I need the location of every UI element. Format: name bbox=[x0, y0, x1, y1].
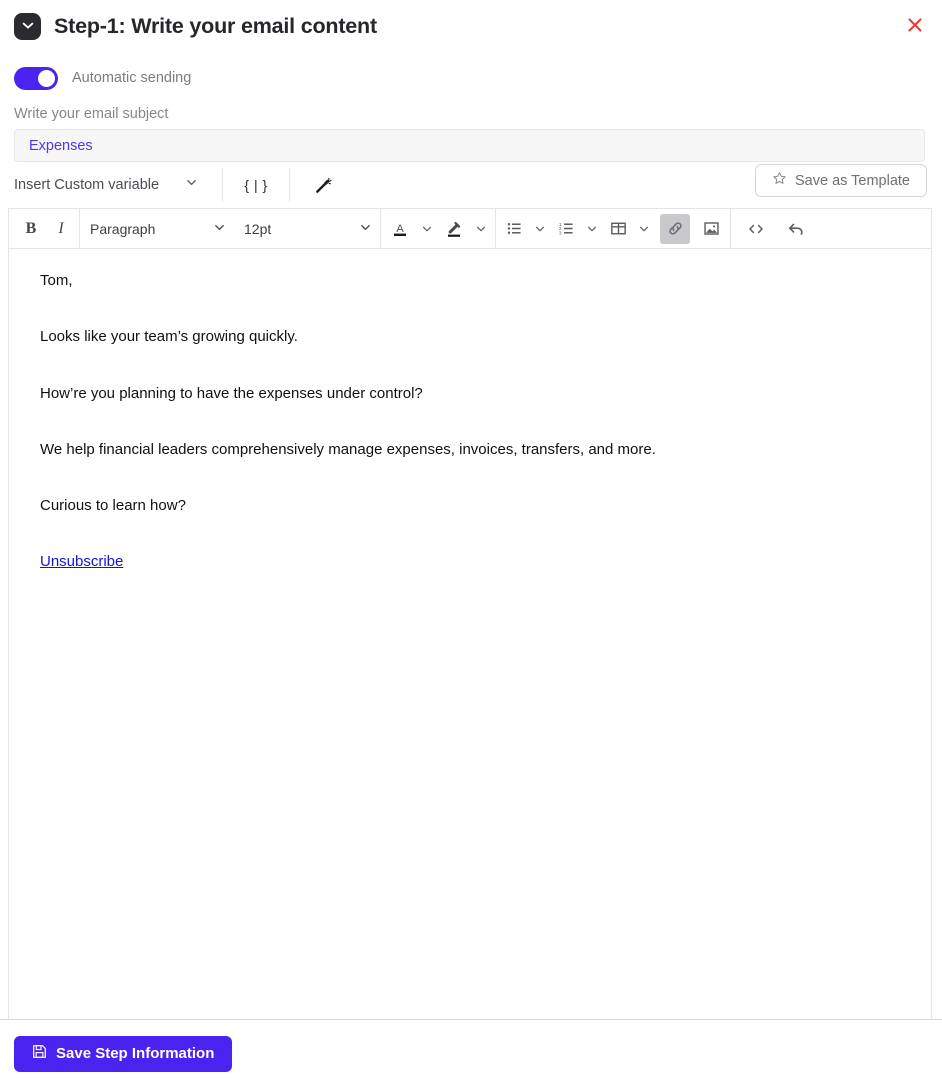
link-button[interactable] bbox=[660, 213, 690, 244]
italic-button[interactable]: I bbox=[47, 215, 75, 243]
bullet-list-dropdown[interactable] bbox=[530, 215, 550, 243]
highlight-color-button[interactable] bbox=[439, 215, 469, 243]
insert-custom-variable-label: Insert Custom variable bbox=[14, 177, 160, 193]
mail-icon bbox=[14, 12, 41, 40]
email-step-dialog: Step-1: Write your email content Automat… bbox=[0, 0, 942, 1087]
insert-braces-variable-button[interactable]: { | } bbox=[239, 170, 273, 200]
close-icon[interactable] bbox=[902, 12, 928, 38]
chevron-down-icon bbox=[185, 176, 198, 194]
floppy-disk-icon bbox=[32, 1044, 47, 1063]
body-paragraph: Tom, bbox=[40, 272, 73, 289]
bold-label: B bbox=[25, 219, 37, 237]
star-icon bbox=[772, 171, 787, 190]
table-dropdown[interactable] bbox=[634, 215, 654, 243]
subject-block: Write your email subject bbox=[0, 92, 942, 162]
paragraph-format-value: Paragraph bbox=[90, 220, 156, 237]
unsubscribe-paragraph: Unsubscribe bbox=[40, 552, 909, 572]
subject-label: Write your email subject bbox=[14, 106, 169, 122]
save-step-information-label: Save Step Information bbox=[56, 1045, 215, 1062]
editor-toolbar: B I Paragraph 12pt A 1 2 3 bbox=[9, 208, 931, 249]
numbered-list-button[interactable]: 1 2 3 bbox=[552, 215, 580, 243]
save-as-template-label: Save as Template bbox=[795, 172, 910, 189]
save-as-template-button[interactable]: Save as Template bbox=[755, 164, 927, 197]
highlight-color-dropdown[interactable] bbox=[471, 215, 491, 243]
insert-custom-variable-select[interactable]: Insert Custom variable bbox=[14, 176, 206, 194]
subject-input[interactable] bbox=[14, 129, 925, 162]
body-paragraph: Looks like your team’s growing quickly. bbox=[40, 328, 298, 346]
automatic-sending-row: Automatic sending bbox=[0, 52, 942, 92]
email-body-content[interactable]: Tom, Looks like your team’s growing quic… bbox=[9, 249, 931, 1019]
magic-wand-icon[interactable] bbox=[306, 170, 340, 200]
numbered-list-dropdown[interactable] bbox=[582, 215, 602, 243]
image-button[interactable] bbox=[696, 215, 726, 243]
dialog-footer: Save Step Information bbox=[0, 1019, 942, 1087]
divider bbox=[289, 168, 291, 202]
text-color-dropdown[interactable] bbox=[417, 215, 437, 243]
history-group bbox=[731, 215, 815, 243]
undo-button[interactable] bbox=[781, 215, 811, 243]
automatic-sending-label: Automatic sending bbox=[72, 70, 192, 86]
divider bbox=[222, 168, 224, 202]
source-code-button[interactable] bbox=[741, 215, 771, 243]
color-group: A bbox=[381, 215, 495, 243]
text-color-button[interactable]: A bbox=[385, 215, 415, 243]
toggle-knob bbox=[38, 69, 55, 87]
insert-group: 1 2 3 bbox=[496, 213, 730, 244]
page-title: Step-1: Write your email content bbox=[54, 13, 377, 38]
dialog-header: Step-1: Write your email content bbox=[0, 0, 942, 52]
unsubscribe-link[interactable]: Unsubscribe bbox=[40, 553, 123, 570]
italic-label: I bbox=[58, 219, 64, 237]
paragraph-format-select[interactable]: Paragraph bbox=[80, 214, 234, 244]
table-button[interactable] bbox=[604, 215, 632, 243]
save-step-information-button[interactable]: Save Step Information bbox=[14, 1035, 233, 1072]
font-size-select[interactable]: 12pt bbox=[234, 214, 380, 244]
svg-text:A: A bbox=[396, 223, 404, 235]
automatic-sending-toggle[interactable] bbox=[14, 66, 58, 90]
body-paragraph: We help financial leaders comprehensivel… bbox=[40, 440, 656, 458]
braces-icon: { | } bbox=[244, 177, 268, 193]
text-style-group: B I bbox=[13, 215, 79, 243]
svg-text:3: 3 bbox=[558, 230, 561, 236]
chevron-down-icon bbox=[359, 221, 372, 237]
body-paragraph: How’re you planning to have the expenses… bbox=[40, 384, 423, 402]
chevron-down-icon bbox=[213, 221, 226, 237]
body-paragraph: Curious to learn how? bbox=[40, 497, 186, 514]
font-size-value: 12pt bbox=[244, 220, 272, 237]
bold-button[interactable]: B bbox=[17, 215, 45, 243]
variable-toolbar: Insert Custom variable { | } Save as Tem… bbox=[0, 162, 942, 208]
email-editor: B I Paragraph 12pt A 1 2 3 Tom, Looks li… bbox=[8, 208, 932, 1019]
bullet-list-button[interactable] bbox=[500, 215, 528, 243]
